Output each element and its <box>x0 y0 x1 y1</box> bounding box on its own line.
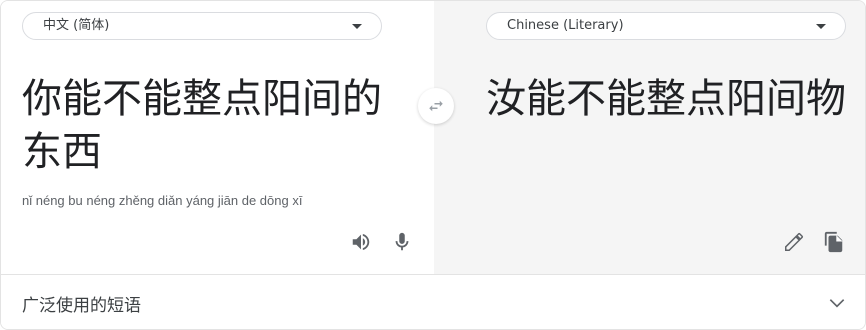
voice-input-button[interactable] <box>389 229 415 255</box>
copy-icon <box>824 231 843 253</box>
source-pane: 中文 (简体) 你能不能整点阳间的东西 nǐ néng bu néng zhěn… <box>1 1 434 274</box>
target-pane: Chinese (Literary) 汝能不能整点阳间物 <box>434 1 865 274</box>
translation-card: 中文 (简体) 你能不能整点阳间的东西 nǐ néng bu néng zhěn… <box>0 0 866 330</box>
swap-languages-button[interactable] <box>418 88 454 124</box>
speaker-icon <box>352 233 370 251</box>
swap-icon <box>429 100 443 112</box>
common-phrases-label: 广泛使用的短语 <box>22 296 141 316</box>
microphone-icon <box>395 232 409 251</box>
target-language-label: Chinese (Literary) <box>507 18 624 33</box>
target-text: 汝能不能整点阳间物 <box>486 76 846 122</box>
source-romanization: nǐ néng bu néng zhěng diǎn yáng jiān de … <box>22 193 303 208</box>
caret-down-icon <box>816 24 826 29</box>
chevron-down-icon[interactable] <box>827 293 847 313</box>
common-phrases-section[interactable]: 广泛使用的短语 <box>1 274 865 329</box>
source-language-label: 中文 (简体) <box>43 18 110 33</box>
caret-down-icon <box>352 24 362 29</box>
target-language-select[interactable]: Chinese (Literary) <box>486 12 846 40</box>
source-text[interactable]: 你能不能整点阳间的东西 <box>22 73 402 179</box>
edit-translation-button[interactable] <box>781 229 807 255</box>
source-language-select[interactable]: 中文 (简体) <box>22 12 382 40</box>
listen-button[interactable] <box>348 229 374 255</box>
copy-translation-button[interactable] <box>821 229 847 255</box>
pencil-icon <box>785 233 803 251</box>
